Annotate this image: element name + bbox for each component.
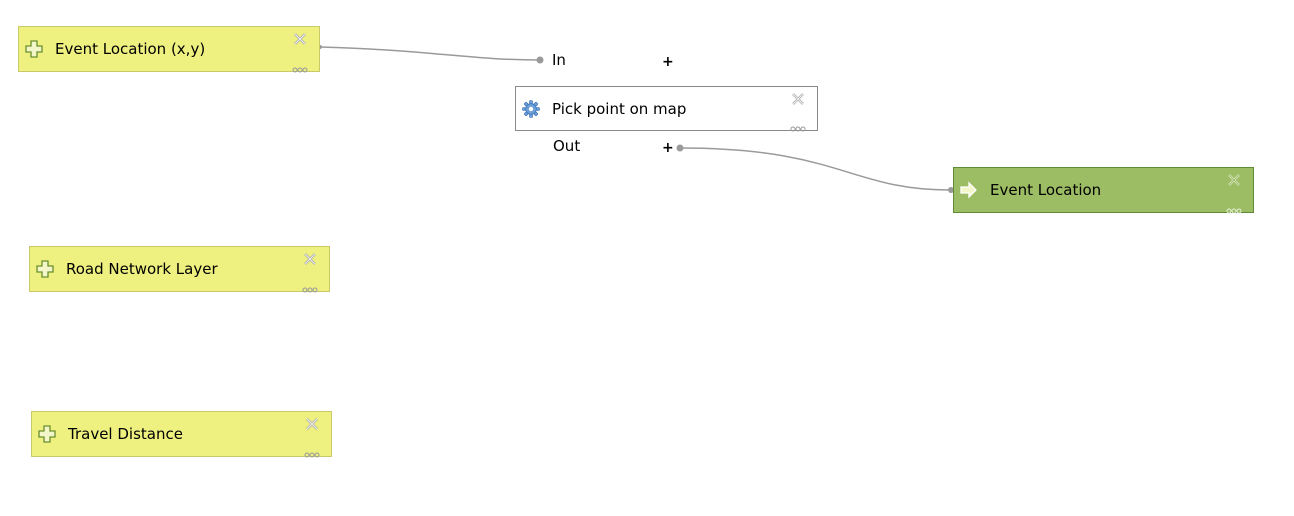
port-in-dot (536, 56, 544, 64)
more-options-icon[interactable] (292, 58, 308, 73)
input-node-road-network[interactable]: Road Network Layer (29, 246, 330, 293)
node-label: Travel Distance (68, 425, 183, 443)
more-options-icon[interactable] (790, 117, 806, 132)
input-node-travel-distance[interactable]: Travel Distance (31, 411, 332, 458)
algorithm-node-pick-point[interactable]: Pick point on map (515, 86, 818, 132)
remove-icon[interactable] (1227, 172, 1241, 186)
remove-icon[interactable] (293, 31, 307, 45)
wire-input-to-in (319, 46, 541, 61)
expand-outputs-button[interactable]: + (662, 140, 674, 156)
remove-icon[interactable] (305, 416, 319, 430)
plus-cross-icon (25, 40, 43, 58)
plus-cross-icon (38, 425, 56, 443)
input-node-event-location[interactable]: Event Location (x,y) (18, 26, 320, 73)
remove-icon[interactable] (791, 91, 805, 105)
gear-icon (522, 99, 540, 118)
expand-inputs-button[interactable]: + (662, 54, 674, 70)
more-options-icon[interactable] (304, 443, 320, 458)
more-options-icon[interactable] (1226, 199, 1242, 214)
model-canvas[interactable]: Event Location (x,y) Road Network Layer … (0, 0, 1294, 516)
wire-out-to-output (679, 147, 951, 191)
port-out-dot (676, 144, 684, 152)
output-port-label: Out (553, 137, 581, 155)
node-label: Pick point on map (552, 99, 687, 118)
remove-icon[interactable] (303, 251, 317, 265)
node-label: Road Network Layer (66, 260, 218, 278)
node-label: Event Location (990, 181, 1102, 199)
arrow-right-icon (960, 181, 978, 199)
node-label: Event Location (x,y) (55, 40, 206, 58)
more-options-icon[interactable] (302, 278, 318, 293)
input-port-label: In (552, 51, 566, 69)
output-node-event-location[interactable]: Event Location (953, 167, 1254, 214)
plus-cross-icon (36, 260, 54, 278)
